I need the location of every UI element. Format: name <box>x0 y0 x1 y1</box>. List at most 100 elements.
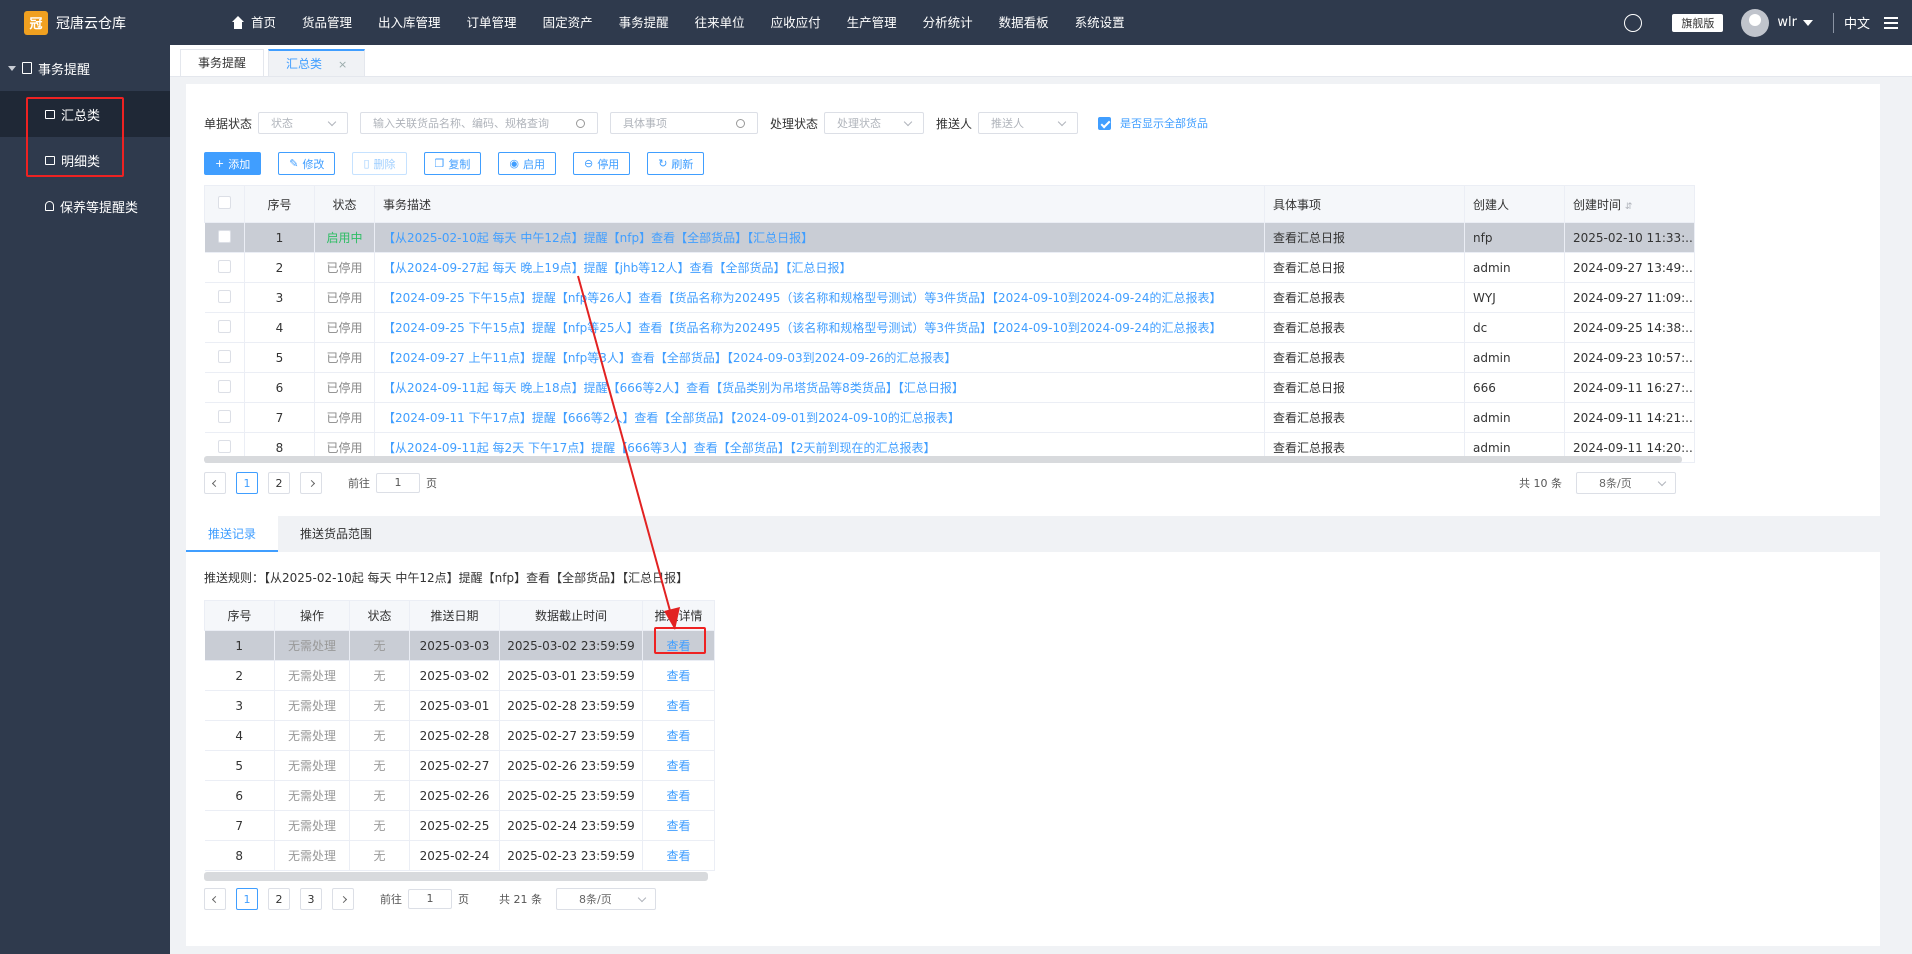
table-row[interactable]: 4 无需处理无 2025-02-28 2025-02-27 23:59:59 查看 <box>204 720 715 751</box>
nav-finance[interactable]: 应收应付 <box>758 0 834 45</box>
select-all-checkbox[interactable] <box>218 196 231 209</box>
row-checkbox[interactable] <box>217 439 231 453</box>
table-row[interactable]: 6 已停用 【从2024-09-11起 每天 晚上18点】提醒【666等2人】查看【… <box>204 372 1695 403</box>
nav-assets[interactable]: 固定资产 <box>530 0 606 45</box>
cell-date: 2025-02-28 <box>409 720 500 751</box>
view-detail-link[interactable]: 查看 <box>642 660 715 691</box>
view-detail-link[interactable]: 查看 <box>642 690 715 721</box>
avatar[interactable] <box>1741 8 1770 37</box>
table-row[interactable]: 6 无需处理无 2025-02-26 2025-02-25 23:59:59 查看 <box>204 780 715 811</box>
table-row[interactable]: 7 已停用 【2024-09-11 下午17点】提醒【666等2人】查看【全部货品】… <box>204 402 1695 433</box>
table-row[interactable]: 2 已停用 【从2024-09-27起 每天 晚上19点】提醒【jhb等12人】查看… <box>204 252 1695 283</box>
goto-page-input[interactable]: 1 <box>376 473 420 493</box>
button-label: 刷新 <box>671 157 694 171</box>
username[interactable]: wlr <box>1777 15 1797 30</box>
goto-page-input[interactable]: 1 <box>408 889 452 909</box>
row-checkbox[interactable] <box>217 289 231 303</box>
item-search-input[interactable]: 具体事项 <box>610 112 759 134</box>
nav-reminders[interactable]: 事务提醒 <box>606 0 682 45</box>
view-detail-link[interactable]: 查看 <box>642 780 715 811</box>
doc-status-select[interactable]: 状态 <box>258 112 349 134</box>
prev-page-button[interactable] <box>204 888 226 910</box>
nav-goods[interactable]: 货品管理 <box>289 0 365 45</box>
nav-production[interactable]: 生产管理 <box>834 0 910 45</box>
sidebar-item-maintenance[interactable]: 保养等提醒类 <box>0 183 170 229</box>
pusher-select[interactable]: 推送人 <box>978 112 1079 134</box>
cell-desc-link[interactable]: 【2024-09-25 下午15点】提醒【nfp等26人】查看【货品名称为202… <box>374 282 1265 313</box>
app-logo[interactable]: 冠 冠唐云仓库 <box>0 0 170 45</box>
cell-desc-link[interactable]: 【2024-09-11 下午17点】提醒【666等2人】查看【全部货品】【202… <box>374 402 1265 433</box>
table-row[interactable]: 5 无需处理无 2025-02-27 2025-02-26 23:59:59 查看 <box>204 750 715 781</box>
copy-button[interactable]: ❐ 复制 <box>423 152 482 175</box>
row-checkbox[interactable] <box>217 319 231 333</box>
cell-desc-link[interactable]: 【2024-09-25 下午15点】提醒【nfp等25人】查看【货品名称为202… <box>374 312 1265 343</box>
row-checkbox[interactable] <box>217 409 231 423</box>
table-row[interactable]: 3 已停用 【2024-09-25 下午15点】提醒【nfp等26人】查看【货品名称… <box>204 282 1695 313</box>
row-checkbox[interactable] <box>217 259 231 273</box>
refresh-button[interactable]: ↻ 刷新 <box>647 152 705 175</box>
disable-button[interactable]: ⊖ 停用 <box>572 152 631 175</box>
cell-desc-link[interactable]: 【2024-09-27 上午11点】提醒【nfp等3人】查看【全部货品】【202… <box>374 342 1265 373</box>
next-page-button[interactable] <box>332 888 354 910</box>
view-detail-link[interactable]: 查看 <box>642 810 715 841</box>
enable-button[interactable]: ◉ 启用 <box>498 152 556 175</box>
menu-icon[interactable] <box>1884 16 1898 29</box>
table-row[interactable]: 4 已停用 【2024-09-25 下午15点】提醒【nfp等25人】查看【货品名称… <box>204 312 1695 343</box>
sidebar-group-reminders[interactable]: 事务提醒 <box>0 45 170 91</box>
cell-status: 已停用 <box>314 312 375 343</box>
help-icon[interactable] <box>1624 13 1643 32</box>
page-2-button[interactable]: 2 <box>268 888 290 910</box>
sort-icon[interactable]: ⇵ <box>1625 202 1633 212</box>
table-row[interactable]: 3 无需处理无 2025-03-01 2025-02-28 23:59:59 查看 <box>204 690 715 721</box>
select-all-cell[interactable] <box>204 185 245 223</box>
col-created[interactable]: 创建时间 ⇵ <box>1564 185 1695 223</box>
nav-analytics[interactable]: 分析统计 <box>910 0 986 45</box>
page-3-button[interactable]: 3 <box>300 888 322 910</box>
row-checkbox[interactable] <box>217 379 231 393</box>
view-detail-link[interactable]: 查看 <box>642 840 715 871</box>
nav-inout[interactable]: 出入库管理 <box>365 0 454 45</box>
tab-reminders[interactable]: 事务提醒 <box>180 49 265 76</box>
add-button[interactable]: + 添加 <box>204 152 262 175</box>
view-detail-link[interactable]: 查看 <box>642 720 715 751</box>
page-size-select[interactable]: 8条/页 <box>1576 472 1676 494</box>
show-all-label[interactable]: 是否显示全部货品 <box>1120 115 1208 131</box>
nav-orders[interactable]: 订单管理 <box>454 0 530 45</box>
cell-desc-link[interactable]: 【从2024-09-27起 每天 晚上19点】提醒【jhb等12人】查看【全部货… <box>374 252 1265 283</box>
row-checkbox[interactable] <box>217 349 231 363</box>
cell-desc-link[interactable]: 【从2024-09-11起 每天 晚上18点】提醒【666等2人】查看【货品类别… <box>374 372 1265 403</box>
tab-push-goods-range[interactable]: 推送货品范围 <box>278 516 394 552</box>
table-row[interactable]: 1 无需处理无 2025-03-03 2025-03-02 23:59:59 查看 <box>204 630 715 661</box>
delete-button[interactable]: ▯ 删除 <box>352 152 407 175</box>
table-row[interactable]: 2 无需处理无 2025-03-02 2025-03-01 23:59:59 查看 <box>204 660 715 691</box>
language-switch[interactable]: 中文 <box>1844 13 1870 32</box>
nav-settings[interactable]: 系统设置 <box>1062 0 1138 45</box>
prev-page-button[interactable] <box>204 472 226 494</box>
table-scrollbar[interactable] <box>204 872 708 881</box>
table-row[interactable]: 5 已停用 【2024-09-27 上午11点】提醒【nfp等3人】查看【全部货品】… <box>204 342 1695 373</box>
table-row[interactable]: 7 无需处理无 2025-02-25 2025-02-24 23:59:59 查看 <box>204 810 715 841</box>
view-detail-link[interactable]: 查看 <box>642 750 715 781</box>
tab-push-records[interactable]: 推送记录 <box>186 516 279 552</box>
table-scrollbar[interactable] <box>204 456 1682 463</box>
cell-desc-link[interactable]: 【从2025-02-10起 每天 中午12点】提醒【nfp】查看【全部货品】【汇… <box>374 222 1265 253</box>
edit-button[interactable]: ✎ 修改 <box>278 152 336 175</box>
nav-partners[interactable]: 往来单位 <box>682 0 758 45</box>
row-checkbox[interactable] <box>217 229 231 243</box>
nav-home[interactable]: 首页 <box>218 0 289 45</box>
goods-search-input[interactable]: 输入关联货品名称、编码、规格查询 <box>360 112 599 134</box>
document-icon <box>22 62 32 74</box>
page-2-button[interactable]: 2 <box>268 472 290 494</box>
proc-status-select[interactable]: 处理状态 <box>824 112 925 134</box>
page-1-button[interactable]: 1 <box>236 472 258 494</box>
page-1-button[interactable]: 1 <box>236 888 258 910</box>
show-all-checkbox[interactable] <box>1098 116 1112 130</box>
nav-dashboard[interactable]: 数据看板 <box>986 0 1062 45</box>
next-page-button[interactable] <box>300 472 322 494</box>
page-size-select[interactable]: 8条/页 <box>556 888 656 910</box>
table-row[interactable]: 8 无需处理无 2025-02-24 2025-02-23 23:59:59 查看 <box>204 840 715 871</box>
caret-down-icon[interactable] <box>1802 19 1813 26</box>
tab-summary[interactable]: 汇总类 × <box>268 49 366 76</box>
close-icon[interactable]: × <box>338 58 347 71</box>
table-row[interactable]: 1 启用中 【从2025-02-10起 每天 中午12点】提醒【nfp】查看【全部货… <box>204 222 1695 253</box>
